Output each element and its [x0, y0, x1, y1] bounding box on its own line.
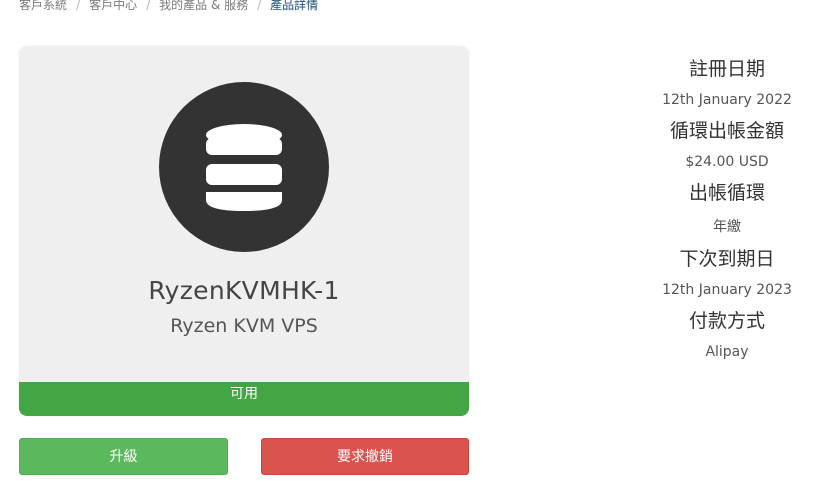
breadcrumb-home[interactable]: 客戶系統 [19, 0, 67, 12]
product-group: Ryzen KVM VPS [170, 315, 318, 337]
breadcrumb-separator: / [146, 0, 151, 12]
breadcrumb-my-services[interactable]: 我的產品 & 服務 [159, 0, 248, 12]
request-cancellation-button[interactable]: 要求撤銷 [261, 438, 469, 475]
billing-cycle-label: 出帳循環 [688, 182, 765, 204]
upgrade-button[interactable]: 升級 [19, 438, 228, 475]
database-icon [159, 82, 329, 252]
registration-date-value: 12th January 2022 [662, 92, 792, 108]
product-name: RyzenKVMHK-1 [148, 276, 340, 305]
next-due-date-value: 12th January 2023 [662, 282, 792, 298]
product-card: RyzenKVMHK-1 Ryzen KVM VPS 可用 [19, 46, 469, 416]
next-due-date-label: 下次到期日 [679, 248, 775, 270]
payment-method-label: 付款方式 [688, 310, 765, 332]
registration-date-label: 註冊日期 [688, 58, 765, 80]
status-badge: 可用 [19, 382, 469, 416]
payment-method-value: Alipay [705, 344, 749, 360]
breadcrumb-separator: / [257, 0, 262, 12]
breadcrumb-product-details: 產品詳情 [270, 0, 319, 12]
breadcrumb: 客戶系統 / 客戶中心 / 我的產品 & 服務 / 產品詳情 [19, 0, 318, 16]
breadcrumb-separator: / [76, 0, 81, 12]
recurring-amount-label: 循環出帳金額 [669, 120, 784, 142]
breadcrumb-client-area[interactable]: 客戶中心 [89, 0, 137, 12]
recurring-amount-value: $24.00 USD [685, 154, 769, 170]
billing-cycle-value: 年繳 [713, 219, 741, 235]
product-details-panel: 註冊日期 12th January 2022 循環出帳金額 $24.00 USD… [627, 50, 825, 360]
